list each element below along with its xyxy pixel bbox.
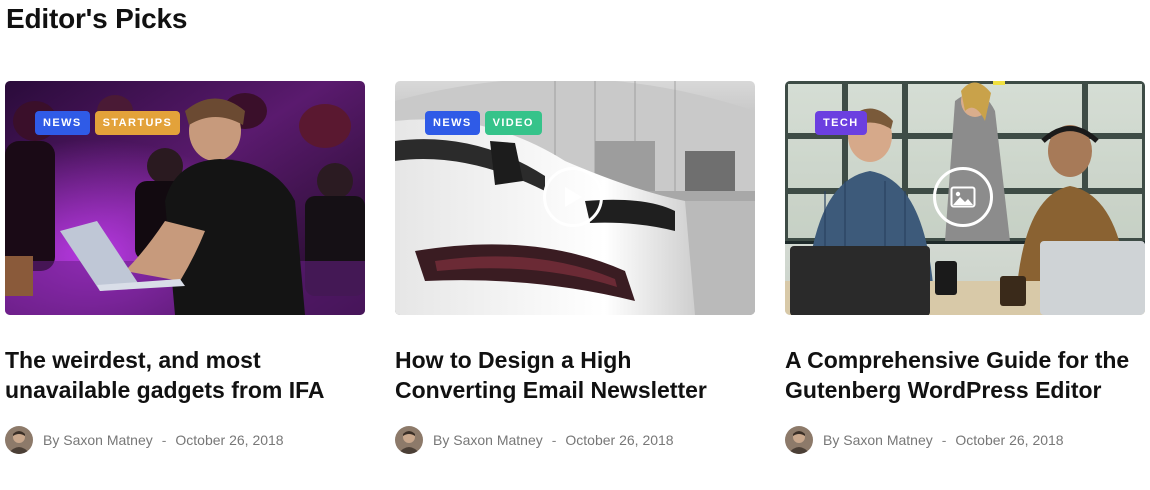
image-icon bbox=[950, 186, 976, 208]
tag-list: NEWS STARTUPS bbox=[35, 111, 181, 135]
post-thumbnail-link[interactable]: NEWS STARTUPS bbox=[5, 81, 365, 315]
post-thumbnail-link[interactable]: TECH bbox=[785, 81, 1145, 315]
post-card: NEWS VIDEO How to Design a High Converti… bbox=[395, 81, 755, 455]
play-button[interactable] bbox=[543, 167, 603, 227]
post-date: October 26, 2018 bbox=[175, 432, 284, 448]
author-name[interactable]: By Saxon Matney bbox=[433, 432, 543, 448]
avatar[interactable] bbox=[5, 426, 33, 454]
post-title[interactable]: A Comprehensive Guide for the Gutenberg … bbox=[785, 345, 1145, 405]
post-title[interactable]: The weirdest, and most unavailable gadge… bbox=[5, 345, 365, 405]
tag-news[interactable]: NEWS bbox=[35, 111, 90, 135]
post-card: TECH A Comprehensive Guide for the Guten… bbox=[785, 81, 1145, 455]
author-avatar-image bbox=[5, 426, 33, 454]
avatar[interactable] bbox=[785, 426, 813, 454]
card-grid: NEWS STARTUPS The weirdest, and most una… bbox=[5, 81, 1145, 461]
post-card: NEWS STARTUPS The weirdest, and most una… bbox=[5, 81, 365, 455]
gallery-button[interactable] bbox=[933, 167, 993, 227]
post-thumbnail-link[interactable]: NEWS VIDEO bbox=[395, 81, 755, 315]
post-meta: By Saxon Matney - October 26, 2018 bbox=[785, 425, 1145, 455]
tag-list: TECH bbox=[815, 111, 867, 135]
tag-startups[interactable]: STARTUPS bbox=[94, 111, 181, 135]
meta-separator: - bbox=[161, 432, 167, 448]
meta-separator: - bbox=[551, 432, 557, 448]
post-meta: By Saxon Matney - October 26, 2018 bbox=[5, 425, 365, 455]
tag-video[interactable]: VIDEO bbox=[484, 111, 542, 135]
tag-list: NEWS VIDEO bbox=[425, 111, 542, 135]
post-title[interactable]: How to Design a High Converting Email Ne… bbox=[395, 345, 755, 405]
avatar[interactable] bbox=[395, 426, 423, 454]
post-date: October 26, 2018 bbox=[955, 432, 1064, 448]
post-date: October 26, 2018 bbox=[565, 432, 674, 448]
author-name[interactable]: By Saxon Matney bbox=[43, 432, 153, 448]
author-name[interactable]: By Saxon Matney bbox=[823, 432, 933, 448]
play-icon bbox=[565, 187, 582, 207]
meta-separator: - bbox=[941, 432, 947, 448]
author-avatar-image bbox=[395, 426, 423, 454]
tag-news[interactable]: NEWS bbox=[425, 111, 480, 135]
author-avatar-image bbox=[785, 426, 813, 454]
section-title: Editor's Picks bbox=[6, 3, 188, 34]
post-meta: By Saxon Matney - October 26, 2018 bbox=[395, 425, 755, 455]
tag-tech[interactable]: TECH bbox=[815, 111, 867, 135]
